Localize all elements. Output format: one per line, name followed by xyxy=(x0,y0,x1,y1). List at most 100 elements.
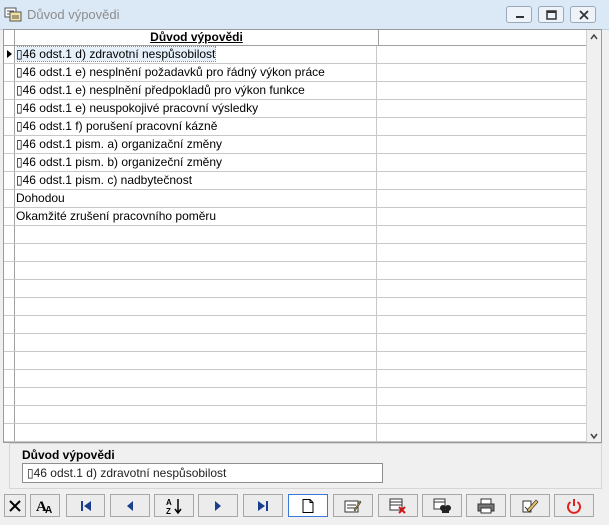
table-cell[interactable]: ▯46 odst.1 e) neuspokojivé pracovní výsl… xyxy=(16,100,377,117)
edit-record-button[interactable] xyxy=(333,494,373,517)
table-cell[interactable]: ▯46 odst.1 pism. a) organizační změny xyxy=(16,136,377,153)
cell-text: ▯46 odst.1 pism. c) nadbytečnost xyxy=(16,173,193,187)
table-row[interactable]: ▯46 odst.1 e) neuspokojivé pracovní výsl… xyxy=(4,100,589,118)
table-cell[interactable] xyxy=(16,280,377,297)
row-indicator[interactable] xyxy=(4,172,15,189)
table-cell[interactable]: ▯46 odst.1 pism. c) nadbytečnost xyxy=(16,172,377,189)
empty-row[interactable] xyxy=(4,334,589,352)
table-cell[interactable]: ▯46 odst.1 pism. b) organizeční změny xyxy=(16,154,377,171)
table-cell[interactable]: ▯46 odst.1 e) nesplnění požadavků pro řá… xyxy=(16,64,377,81)
table-cell[interactable]: ▯46 odst.1 f) porušení pracovní kázně xyxy=(16,118,377,135)
last-record-icon xyxy=(258,500,268,511)
table-cell[interactable]: Dohodou xyxy=(16,190,377,207)
empty-row[interactable] xyxy=(4,298,589,316)
cancel-button[interactable] xyxy=(4,494,26,517)
previous-record-button[interactable] xyxy=(110,494,150,517)
empty-row[interactable] xyxy=(4,424,589,442)
row-indicator[interactable] xyxy=(4,136,15,153)
row-indicator[interactable] xyxy=(4,388,15,405)
scroll-up-icon[interactable] xyxy=(590,33,598,41)
scroll-down-icon[interactable] xyxy=(590,432,598,440)
row-indicator[interactable] xyxy=(4,64,15,81)
row-indicator[interactable] xyxy=(4,118,15,135)
font-button[interactable]: AA xyxy=(30,494,60,517)
row-indicator[interactable] xyxy=(4,82,15,99)
empty-row[interactable] xyxy=(4,388,589,406)
row-indicator[interactable] xyxy=(4,244,15,261)
empty-row[interactable] xyxy=(4,244,589,262)
row-indicator[interactable] xyxy=(4,370,15,387)
table-cell[interactable] xyxy=(16,298,377,315)
print-button[interactable] xyxy=(466,494,506,517)
table-cell[interactable] xyxy=(16,352,377,369)
maximize-button[interactable] xyxy=(538,6,564,23)
table-row[interactable]: ▯46 odst.1 pism. c) nadbytečnost xyxy=(4,172,589,190)
last-record-button[interactable] xyxy=(243,494,283,517)
table-cell[interactable] xyxy=(16,388,377,405)
table-row[interactable]: ▯46 odst.1 d) zdravotní nespůsobilost xyxy=(4,46,589,64)
row-indicator[interactable] xyxy=(4,208,15,225)
table-cell[interactable]: ▯46 odst.1 e) nesplnění předpokladů pro … xyxy=(16,82,377,99)
row-indicator[interactable] xyxy=(4,424,15,441)
table-cell[interactable] xyxy=(16,370,377,387)
row-indicator[interactable] xyxy=(4,154,15,171)
table-cell[interactable] xyxy=(16,316,377,333)
table-row[interactable]: ▯46 odst.1 pism. a) organizační změny xyxy=(4,136,589,154)
next-record-button[interactable] xyxy=(198,494,238,517)
cell-text: ▯46 odst.1 pism. a) organizační změny xyxy=(16,137,223,151)
table-cell[interactable] xyxy=(16,262,377,279)
empty-cell xyxy=(378,424,589,441)
row-indicator[interactable] xyxy=(4,100,15,117)
empty-cell xyxy=(378,352,589,369)
table-row[interactable]: ▯46 odst.1 e) nesplnění předpokladů pro … xyxy=(4,82,589,100)
empty-row[interactable] xyxy=(4,406,589,424)
exit-icon xyxy=(567,498,581,514)
table-row[interactable]: ▯46 odst.1 e) nesplnění požadavků pro řá… xyxy=(4,64,589,82)
empty-cell xyxy=(378,388,589,405)
empty-cell xyxy=(378,334,589,351)
row-indicator[interactable] xyxy=(4,298,15,315)
column-header[interactable]: Důvod výpovědi xyxy=(15,30,379,45)
svg-text:Z: Z xyxy=(166,507,171,515)
exit-button[interactable] xyxy=(554,494,594,517)
row-indicator[interactable] xyxy=(4,334,15,351)
empty-row[interactable] xyxy=(4,316,589,334)
new-record-button[interactable] xyxy=(288,494,328,517)
previous-record-icon xyxy=(127,500,133,511)
row-indicator[interactable] xyxy=(4,352,15,369)
empty-row[interactable] xyxy=(4,262,589,280)
row-indicator[interactable] xyxy=(4,190,15,207)
empty-row[interactable] xyxy=(4,370,589,388)
data-grid[interactable]: Důvod výpovědi ▯46 odst.1 d) zdravotní n… xyxy=(3,29,602,443)
detail-field[interactable]: ▯46 odst.1 d) zdravotní nespůsobilost xyxy=(22,463,383,483)
table-cell[interactable] xyxy=(16,334,377,351)
table-row[interactable]: ▯46 odst.1 f) porušení pracovní kázně xyxy=(4,118,589,136)
empty-row[interactable] xyxy=(4,226,589,244)
row-indicator[interactable] xyxy=(4,262,15,279)
find-button[interactable] xyxy=(422,494,462,517)
table-cell[interactable]: Okamžité zrušení pracovního poměru xyxy=(16,208,377,225)
sort-button[interactable]: AZ xyxy=(154,494,194,517)
close-button[interactable] xyxy=(570,6,596,23)
table-cell[interactable]: ▯46 odst.1 d) zdravotní nespůsobilost xyxy=(16,46,377,63)
first-record-button[interactable] xyxy=(66,494,105,517)
table-row[interactable]: ▯46 odst.1 pism. b) organizeční změny xyxy=(4,154,589,172)
row-indicator[interactable] xyxy=(4,46,15,63)
row-indicator[interactable] xyxy=(4,280,15,297)
print-preview-button[interactable] xyxy=(510,494,550,517)
empty-row[interactable] xyxy=(4,352,589,370)
empty-cell xyxy=(378,280,589,297)
table-row[interactable]: Okamžité zrušení pracovního poměru xyxy=(4,208,589,226)
table-cell[interactable] xyxy=(16,424,377,441)
vertical-scrollbar[interactable] xyxy=(586,30,601,442)
row-indicator[interactable] xyxy=(4,226,15,243)
empty-row[interactable] xyxy=(4,280,589,298)
row-indicator[interactable] xyxy=(4,406,15,423)
minimize-button[interactable] xyxy=(506,6,532,23)
table-cell[interactable] xyxy=(16,226,377,243)
row-indicator[interactable] xyxy=(4,316,15,333)
table-cell[interactable] xyxy=(16,244,377,261)
table-row[interactable]: Dohodou xyxy=(4,190,589,208)
delete-record-button[interactable] xyxy=(378,494,418,517)
table-cell[interactable] xyxy=(16,406,377,423)
